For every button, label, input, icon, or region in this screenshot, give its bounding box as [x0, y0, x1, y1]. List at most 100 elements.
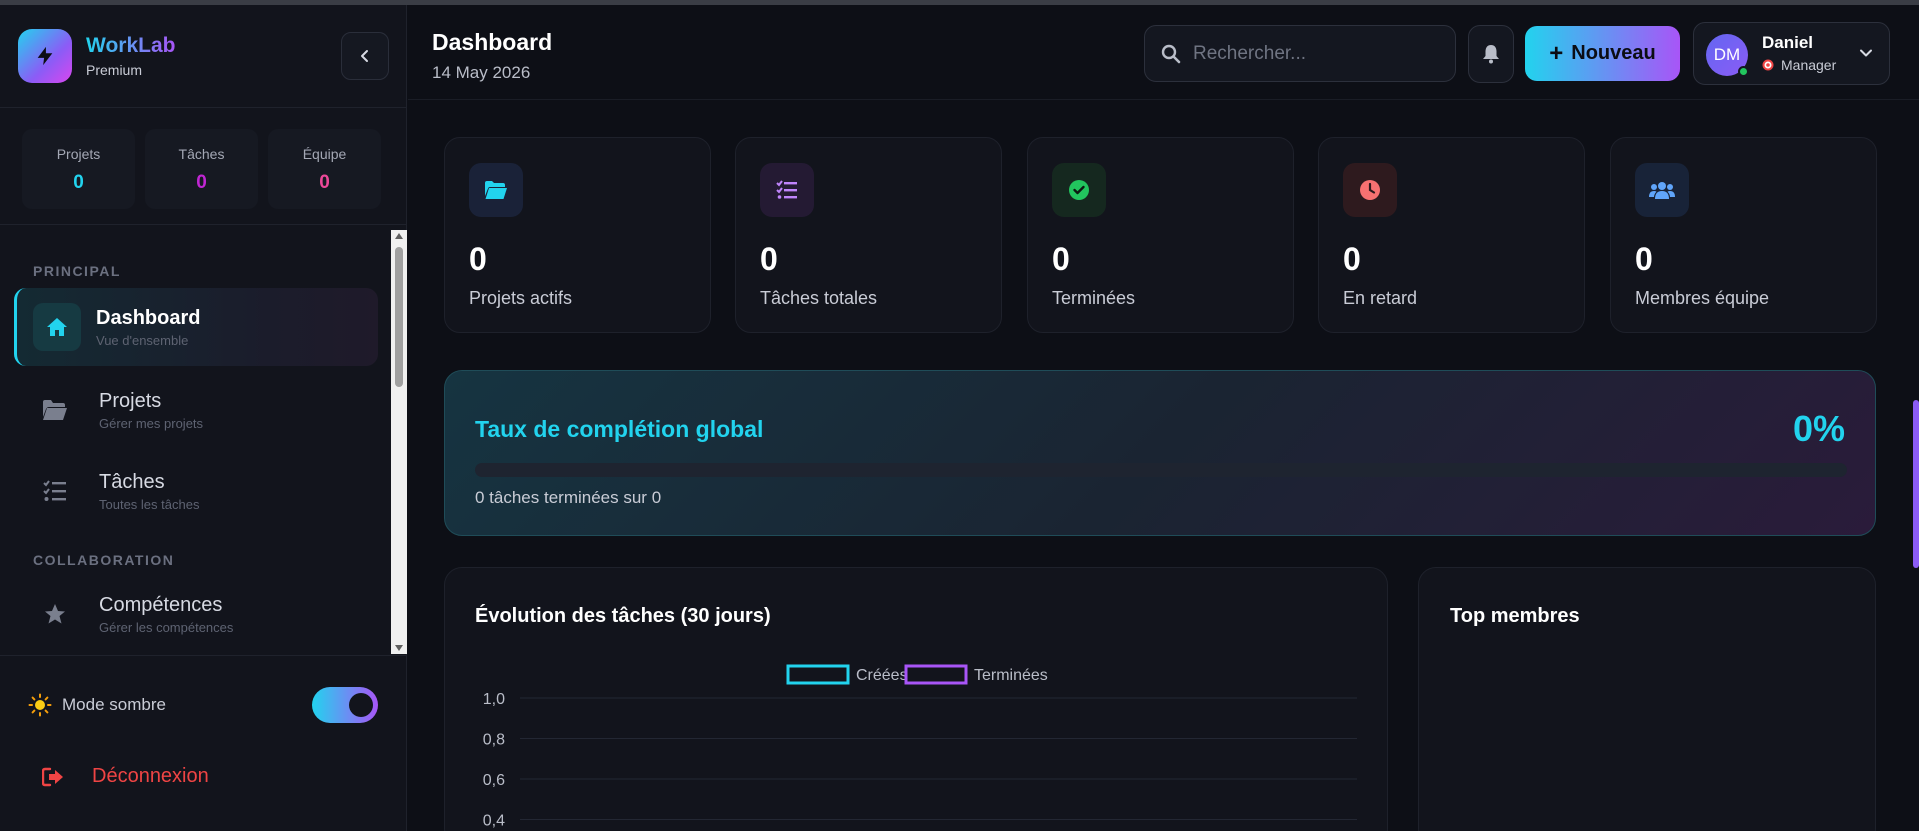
list-check-icon: [760, 163, 814, 217]
sidebar-item-subtitle: Toutes les tâches: [99, 496, 200, 512]
sidebar-item-tasks[interactable]: Tâches Toutes les tâches: [14, 452, 378, 530]
stat-card-team-members[interactable]: 0 Membres équipe: [1610, 137, 1877, 333]
page-title: Dashboard: [432, 29, 553, 55]
stat-label: Tâches totales: [760, 288, 878, 308]
legend-label: Créées: [856, 667, 908, 684]
stat-value: 0: [1052, 241, 1070, 277]
mini-stat-team: Équipe 0: [268, 129, 381, 209]
new-button-label: Nouveau: [1571, 42, 1656, 64]
sidebar-item-label: Compétences: [99, 593, 223, 616]
legend-swatch: [786, 664, 850, 685]
sidebar-item-label: Projets: [99, 389, 162, 412]
dark-mode-toggle[interactable]: [312, 687, 378, 723]
lightning-bolt-icon: [18, 29, 72, 83]
search-input[interactable]: [1193, 42, 1443, 65]
toggle-knob: [349, 693, 373, 717]
tasks-evolution-chart-card: Évolution des tâches (30 jours) Créées Te…: [444, 567, 1388, 831]
stat-value: 0: [469, 241, 487, 277]
brand[interactable]: WorkLab Premium: [18, 29, 175, 83]
divider: [0, 107, 407, 108]
mini-stat-label: Équipe: [302, 146, 347, 162]
mini-stat-label: Tâches: [178, 146, 225, 162]
brand-name: WorkLab: [86, 34, 176, 57]
stat-value: 0: [760, 241, 778, 277]
collapse-sidebar-button[interactable]: [341, 32, 389, 80]
mini-stat-value: 0: [319, 172, 330, 193]
folder-open-icon: [469, 163, 523, 217]
user-role: Manager: [1781, 57, 1837, 73]
y-tick-label: 1,0: [483, 691, 505, 708]
check-circle-icon: [1052, 163, 1106, 217]
sidebar-item-skills[interactable]: Compétences Gérer les compétences: [14, 575, 378, 653]
stat-card-projects[interactable]: 0 Projets actifs: [444, 137, 711, 333]
page-date: 14 May 2026: [432, 63, 531, 82]
sidebar-item-subtitle: Gérer mes projets: [99, 415, 204, 431]
mini-stat-value: 0: [73, 172, 84, 193]
logout-label: Déconnexion: [92, 765, 209, 787]
search-box[interactable]: [1144, 25, 1456, 82]
nav-section-principal: PRINCIPAL: [33, 263, 121, 279]
sidebar: WorkLab Premium Projets 0 Tâches 0 Équip…: [0, 5, 407, 831]
notifications-button[interactable]: [1468, 25, 1514, 83]
y-tick-label: 0,6: [483, 772, 505, 789]
stat-card-overdue[interactable]: 0 En retard: [1318, 137, 1585, 333]
scroll-up-arrow-icon[interactable]: [395, 233, 403, 239]
star-icon: [31, 590, 79, 638]
stat-card-completed[interactable]: 0 Terminées: [1027, 137, 1294, 333]
sidebar-item-dashboard[interactable]: Dashboard Vue d'ensemble: [14, 288, 378, 366]
logout-icon: [42, 767, 63, 786]
dark-mode-label: Mode sombre: [62, 695, 166, 714]
chevron-left-icon: [361, 50, 368, 62]
sidebar-item-label: Dashboard: [96, 306, 201, 329]
brand-plan: Premium: [86, 62, 143, 78]
tasks-icon: [31, 467, 79, 515]
sidebar-item-projects[interactable]: Projets Gérer mes projets: [14, 371, 378, 449]
plus-icon: +: [1549, 39, 1564, 67]
mini-stat-projects: Projets 0: [22, 129, 135, 209]
scroll-down-arrow-icon[interactable]: [395, 645, 403, 651]
divider: [0, 655, 407, 656]
divider: [0, 224, 407, 225]
stat-value: 0: [1343, 241, 1361, 277]
online-status-dot: [1738, 66, 1749, 77]
completion-subtitle: 0 tâches terminées sur 0: [475, 488, 662, 507]
completion-card: Taux de complétion global 0% 0 tâches te…: [444, 370, 1876, 536]
home-icon: [33, 303, 81, 351]
top-header: Dashboard 14 May 2026 + Nouveau DM Danie…: [408, 5, 1919, 100]
legend-swatch: [904, 664, 968, 685]
bell-icon: [1483, 45, 1499, 64]
legend-label: Terminées: [974, 667, 1048, 684]
sidebar-nav: PRINCIPAL Dashboard Vue d'ensemble Proje…: [0, 230, 390, 654]
scroll-thumb[interactable]: [395, 247, 403, 387]
y-tick-label: 0,8: [483, 732, 505, 749]
tasks-evolution-chart: Créées Terminées 1,0 0,8 0,6 0,4: [483, 664, 1357, 830]
stat-label: Terminées: [1052, 288, 1136, 308]
users-icon: [1635, 163, 1689, 217]
mini-stat-value: 0: [196, 172, 207, 193]
stat-card-tasks[interactable]: 0 Tâches totales: [735, 137, 1002, 333]
mini-stats: Projets 0 Tâches 0 Équipe 0: [22, 129, 381, 209]
target-icon: [1762, 59, 1774, 71]
sidebar-scrollbar[interactable]: [391, 230, 407, 654]
page-scroll-indicator[interactable]: [1913, 400, 1919, 568]
completion-title: Taux de complétion global: [475, 416, 764, 442]
sidebar-item-subtitle: Vue d'ensemble: [96, 332, 189, 348]
stat-label: Membres équipe: [1635, 288, 1770, 308]
stat-label: Projets actifs: [469, 288, 573, 308]
new-button[interactable]: + Nouveau: [1525, 26, 1680, 81]
logout-button[interactable]: Déconnexion: [42, 765, 209, 788]
sidebar-item-subtitle: Gérer les compétences: [99, 619, 234, 635]
nav-section-collaboration: COLLABORATION: [33, 552, 175, 568]
y-tick-label: 0,4: [483, 813, 505, 830]
top-members-card: Top membres: [1418, 567, 1876, 831]
folder-icon: [31, 386, 79, 434]
mini-stat-tasks: Tâches 0: [145, 129, 258, 209]
stat-label: En retard: [1343, 288, 1418, 308]
sidebar-item-label: Tâches: [99, 470, 165, 493]
stat-value: 0: [1635, 241, 1653, 277]
top-members-title: Top membres: [1450, 605, 1580, 627]
user-menu[interactable]: DM Daniel Manager: [1693, 22, 1890, 85]
dark-mode-row: Mode sombre: [28, 687, 378, 723]
mini-stat-label: Projets: [56, 146, 101, 162]
user-name: Daniel: [1762, 33, 1814, 52]
